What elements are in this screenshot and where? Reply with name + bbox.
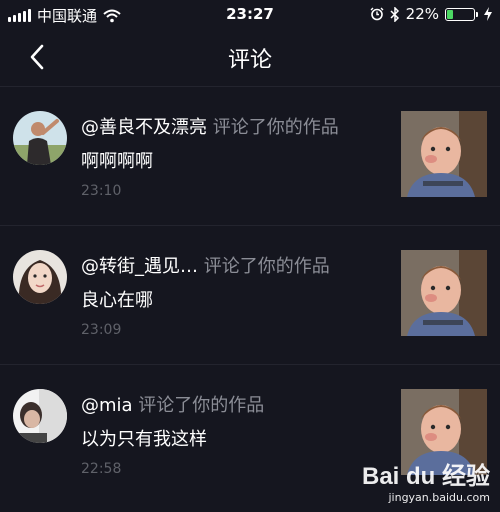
comment-username[interactable]: @mia (81, 395, 133, 416)
comment-header: @mia 评论了你的作品 (81, 391, 370, 417)
comment-action: 评论了你的作品 (132, 395, 265, 416)
baidu-watermark: Bai du 经验 jingyan.baidu.com (362, 456, 490, 504)
battery-level (447, 9, 454, 19)
comment-time: 23:10 (81, 183, 122, 199)
watermark-url: jingyan.baidu.com (388, 491, 490, 504)
comment-list: @善良不及漂亮 评论了你的作品 啊啊啊啊 23:10 @转街_遇见… 评论了你的… (0, 87, 500, 503)
comment-item[interactable]: @转街_遇见… 评论了你的作品 良心在哪 23:09 (0, 226, 500, 365)
page-title: 评论 (227, 48, 272, 73)
comment-body: @mia 评论了你的作品 以为只有我这样 22:58 (81, 391, 370, 477)
battery-tip (476, 11, 478, 17)
watermark-logo: Bai du 经验 (361, 463, 490, 490)
comment-text: 以为只有我这样 (81, 429, 207, 450)
comment-username[interactable]: @善良不及漂亮 (81, 117, 207, 138)
comment-header: @善良不及漂亮 评论了你的作品 (81, 113, 370, 139)
video-thumbnail[interactable] (401, 111, 487, 197)
charging-icon (484, 7, 492, 21)
comment-username[interactable]: @转街_遇见… (81, 256, 198, 277)
nav-bar: 评论 (0, 30, 500, 84)
comment-body: @转街_遇见… 评论了你的作品 良心在哪 23:09 (81, 252, 370, 338)
status-right: 22% (370, 5, 492, 23)
comment-action: 评论了你的作品 (198, 256, 330, 277)
comment-text: 啊啊啊啊 (81, 151, 153, 172)
comment-time: 23:09 (81, 322, 122, 338)
comment-text: 良心在哪 (81, 290, 153, 311)
comment-time: 22:58 (81, 461, 122, 477)
comment-action: 评论了你的作品 (207, 117, 339, 138)
comment-item[interactable]: @善良不及漂亮 评论了你的作品 啊啊啊啊 23:10 (0, 87, 500, 226)
bluetooth-icon (390, 6, 399, 22)
comment-body: @善良不及漂亮 评论了你的作品 啊啊啊啊 23:10 (81, 113, 370, 199)
battery-percent: 22% (405, 5, 439, 23)
alarm-icon (370, 7, 384, 21)
status-bar: 中国联通 23:27 22% (0, 0, 500, 30)
video-thumbnail[interactable] (401, 250, 487, 336)
avatar[interactable] (13, 250, 67, 304)
comment-header: @转街_遇见… 评论了你的作品 (81, 252, 370, 278)
avatar[interactable] (13, 111, 67, 165)
avatar[interactable] (13, 389, 67, 443)
battery-icon (445, 7, 475, 21)
